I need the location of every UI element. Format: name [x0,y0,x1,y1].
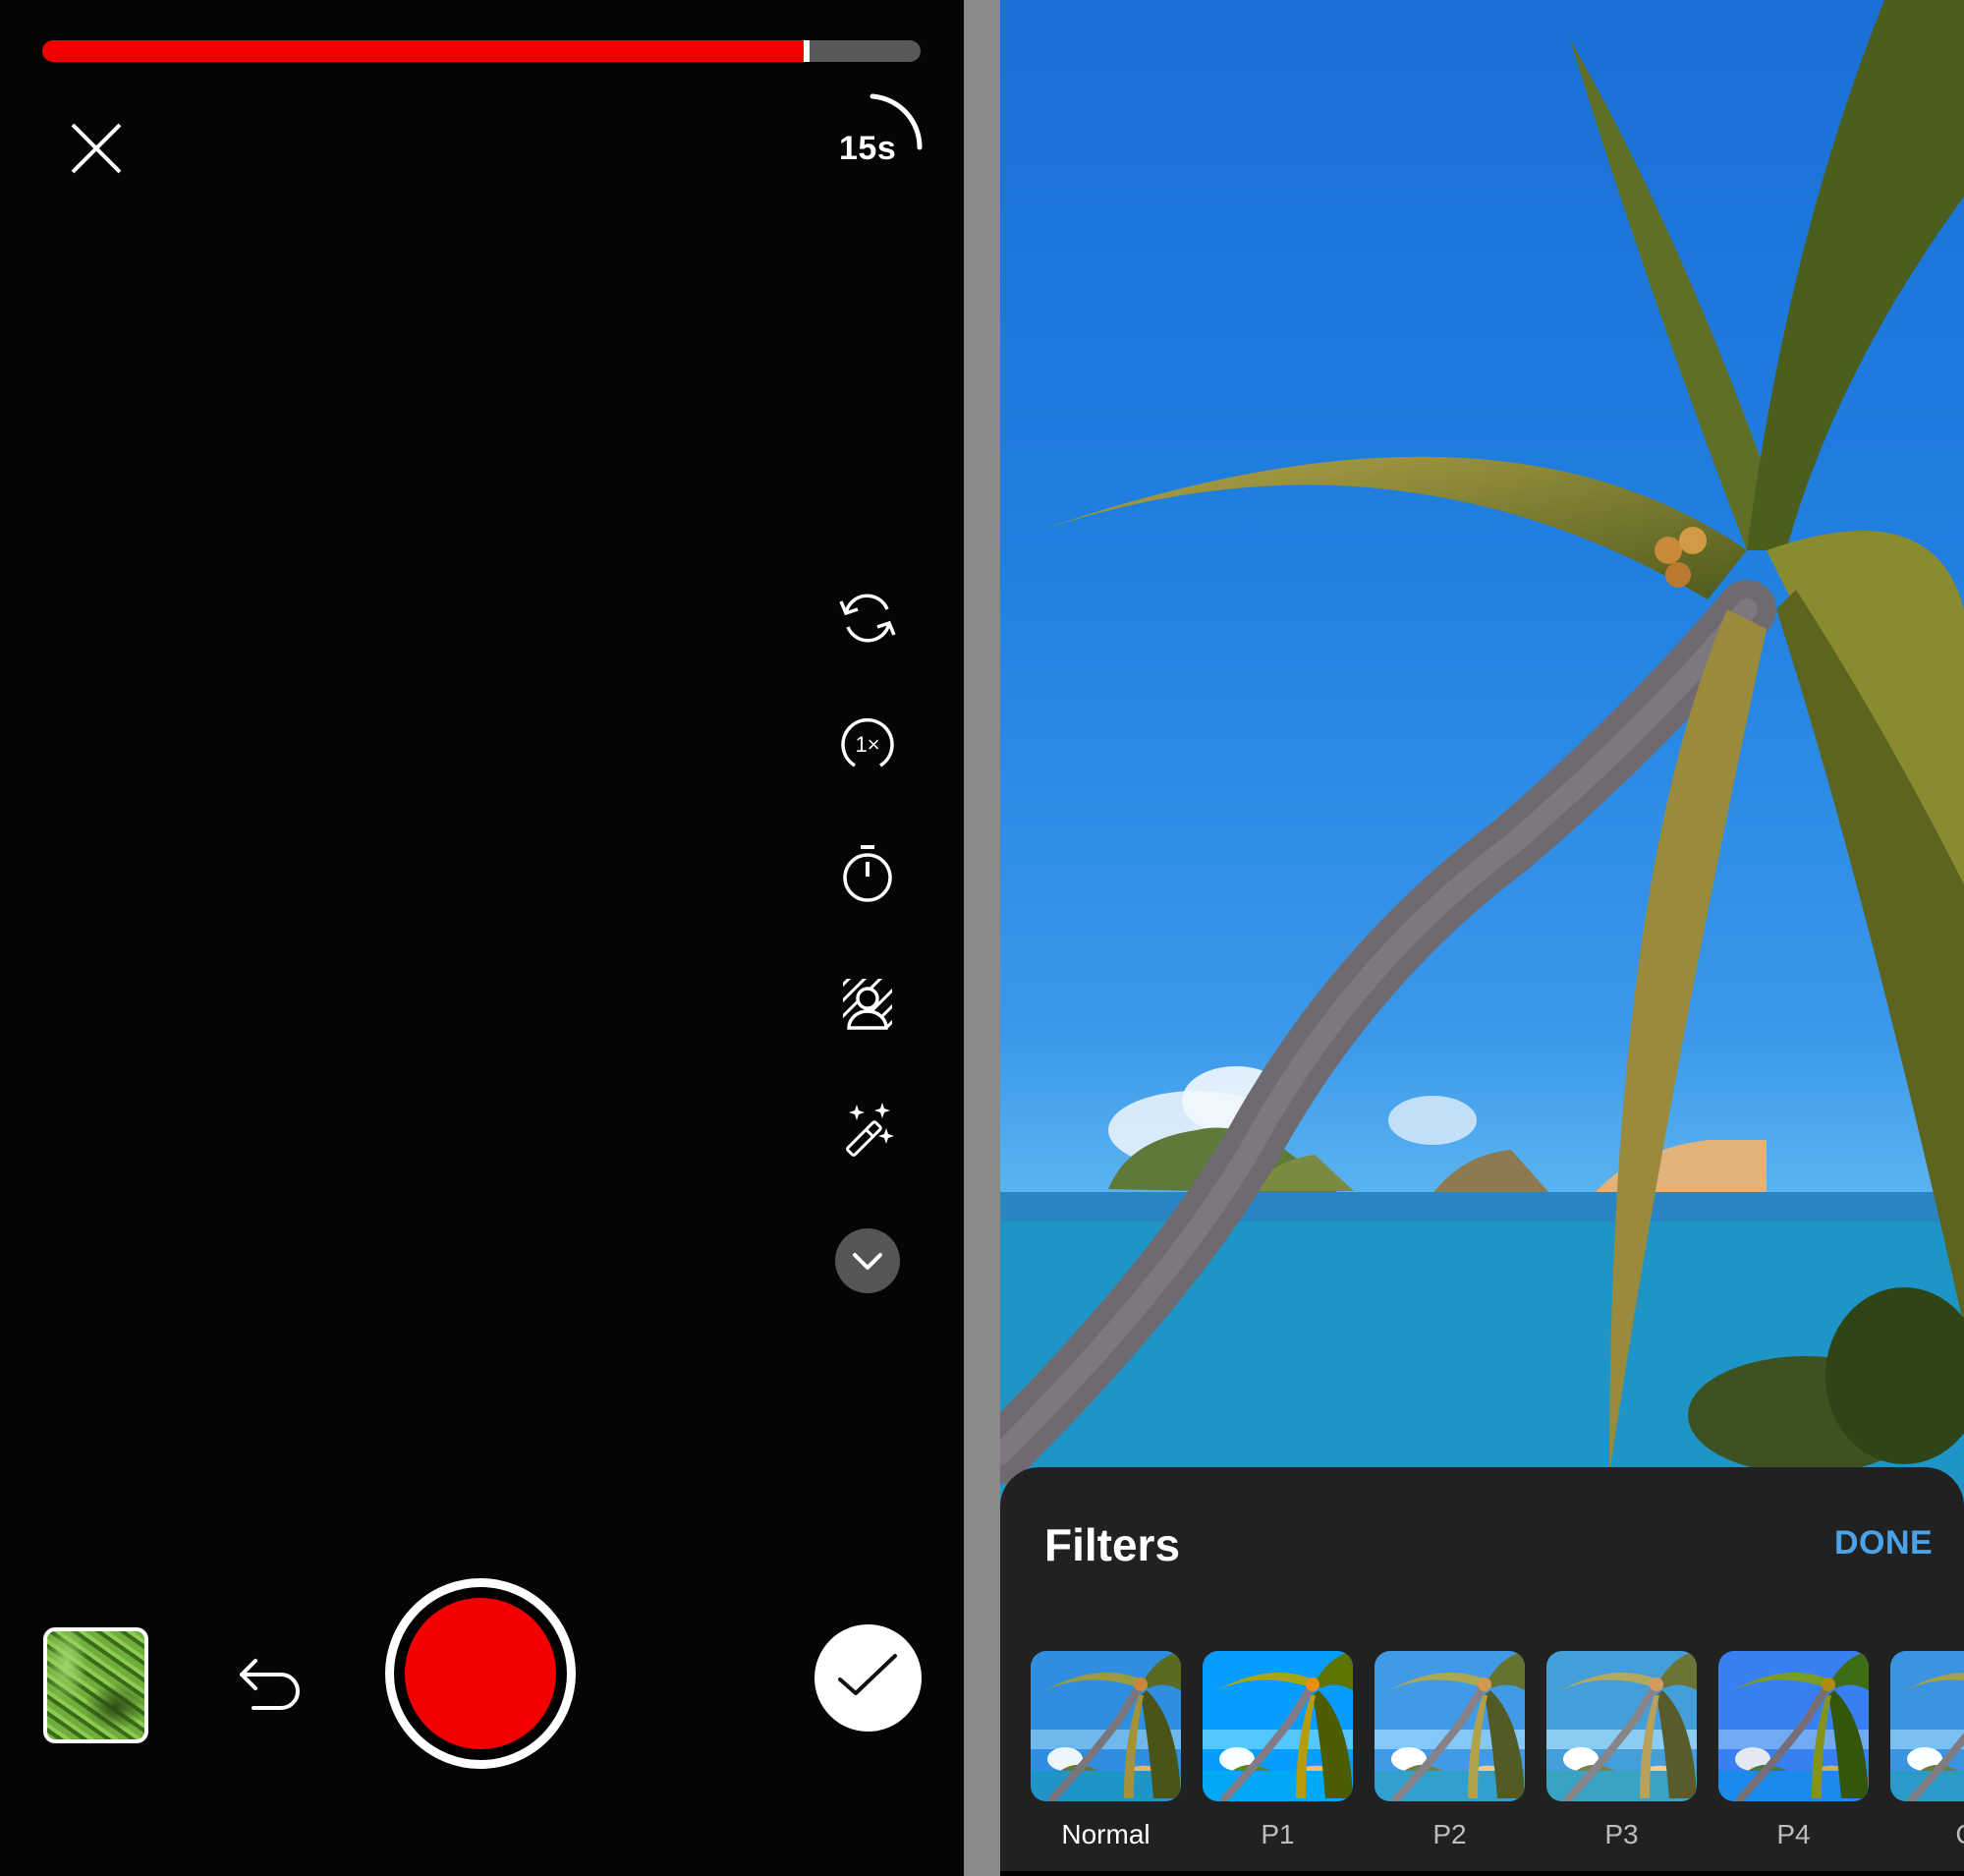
flip-camera-button[interactable] [837,588,898,649]
camera-screen: 15s 1× [0,0,964,1876]
filter-option-p1[interactable]: P1 [1203,1651,1353,1850]
bottom-edge [1000,1871,1964,1876]
filter-label: Normal [1061,1819,1150,1849]
filter-option-normal[interactable]: Normal [1031,1651,1181,1850]
filter-label: P2 [1432,1819,1467,1849]
flip-camera-icon [839,594,896,643]
record-dot [405,1598,556,1749]
filter-option-p2[interactable]: P2 [1375,1651,1525,1850]
filter-label: C [1890,1819,1964,1850]
filter-option-p4[interactable]: P4 [1718,1651,1869,1850]
close-button[interactable] [65,117,128,180]
split-divider [964,0,1000,1876]
done-button[interactable]: DONE [1834,1524,1933,1563]
gallery-button[interactable] [43,1627,148,1743]
filter-label: P1 [1261,1819,1295,1849]
filter-thumbnail [1203,1651,1353,1801]
filter-thumbnail [1546,1651,1697,1801]
magic-wand-icon [846,1103,894,1157]
chevron-down-icon [853,1253,882,1270]
duration-label: 15s [839,130,897,167]
recording-progress-bar [42,40,921,62]
undo-button[interactable] [234,1653,305,1718]
filters-title: Filters [1044,1519,1181,1570]
effects-button[interactable] [837,1101,898,1162]
checkmark-icon [838,1654,897,1695]
timer-icon [843,845,892,902]
recording-progress-fill [42,40,805,62]
filter-option-p3[interactable]: P3 [1546,1651,1697,1850]
filters-panel: Filters DONE Normal P1 P2 P3 P4 C [1000,1467,1964,1876]
timer-button[interactable] [837,843,898,904]
undo-icon [240,1659,300,1710]
speed-button[interactable]: 1× [837,714,898,775]
green-screen-button[interactable] [837,973,898,1034]
green-screen-icon [843,979,892,1030]
segment-marker [804,40,811,62]
record-button[interactable] [385,1578,576,1769]
filter-label: P4 [1776,1819,1811,1849]
speed-1x-icon: 1× [841,717,894,767]
filter-thumbnail [1890,1651,1964,1801]
confirm-button[interactable] [814,1624,922,1732]
filter-thumbnail [1375,1651,1525,1801]
speed-label: 1× [855,732,879,757]
filter-option-c[interactable]: C [1890,1651,1964,1850]
filter-label: P3 [1604,1819,1639,1849]
filter-thumbnail [1031,1651,1181,1801]
filter-thumbnail [1718,1651,1869,1801]
duration-button[interactable]: 15s [833,90,931,171]
close-icon [71,123,122,174]
more-options-button[interactable] [835,1228,900,1293]
